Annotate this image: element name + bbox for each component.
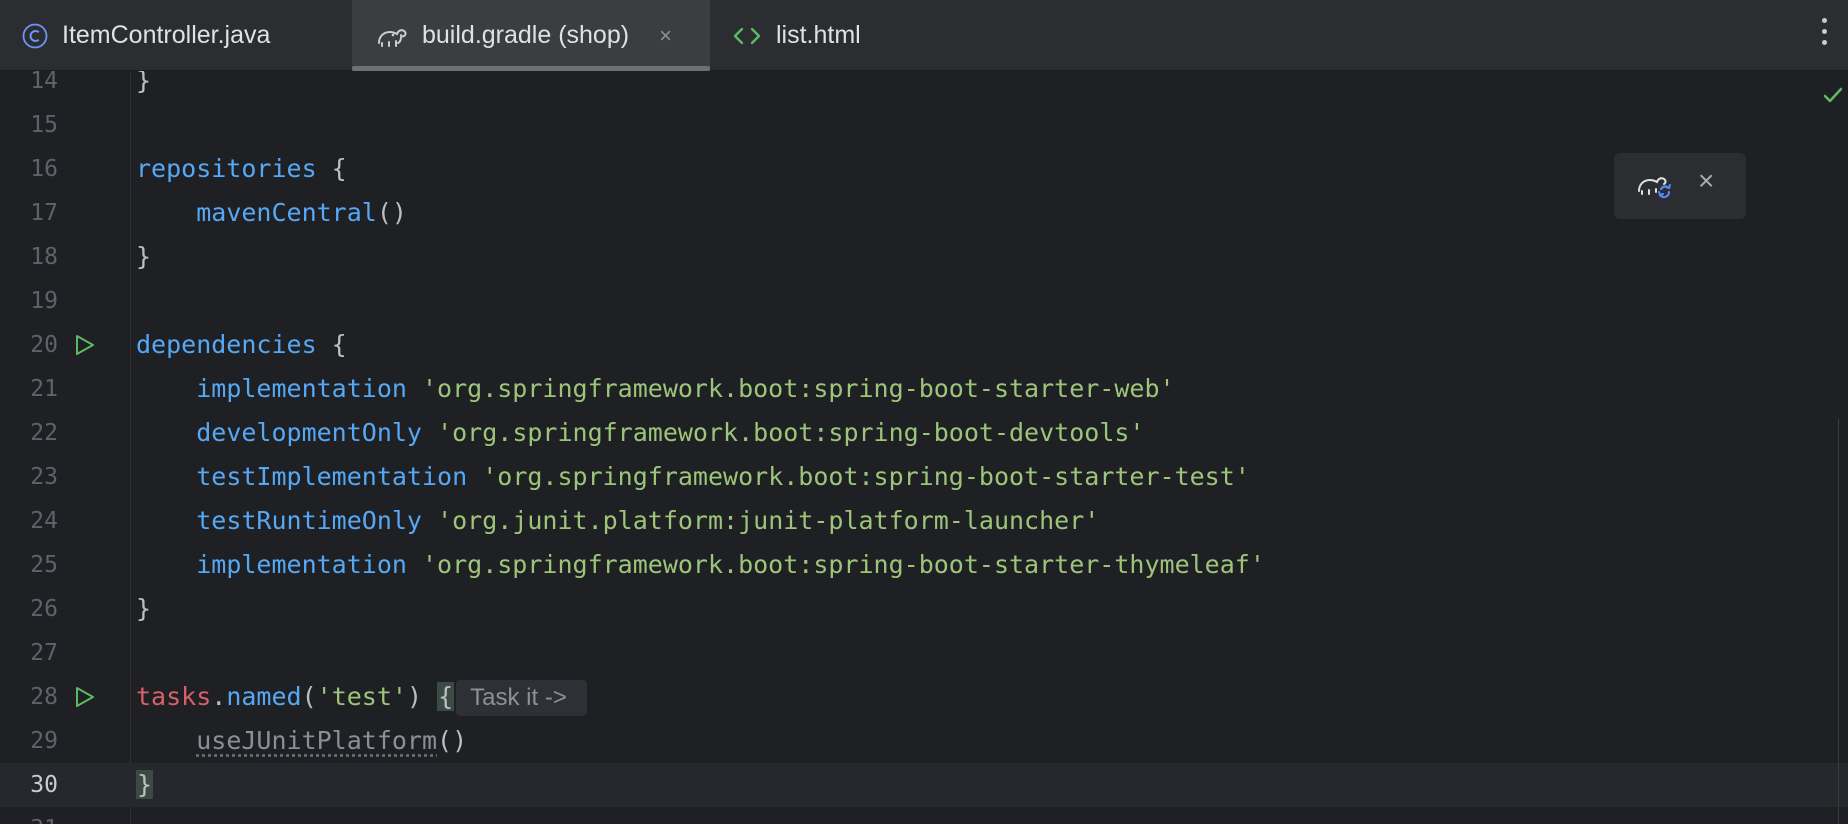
string: 'org.springframework.boot:spring-boot-de…	[437, 418, 1145, 447]
editor-tab-bar: ItemController.java build.gradle (shop) …	[0, 0, 1848, 71]
tab-label: build.gradle (shop)	[422, 21, 630, 49]
line-number: 28	[30, 684, 58, 710]
punct: {	[316, 330, 347, 359]
keyword: dependencies	[136, 330, 317, 359]
string: 'org.springframework.boot:spring-boot-st…	[422, 550, 1265, 579]
line-number: 20	[30, 332, 58, 358]
code-text: useJUnitPlatform()	[136, 719, 467, 763]
gradle-elephant-icon	[376, 23, 408, 49]
code-line-21: 21 implementation 'org.springframework.b…	[0, 367, 1848, 411]
punct: {	[316, 154, 347, 183]
code-line-17: 17 mavenCentral()	[0, 191, 1848, 235]
code-line-23: 23 testImplementation 'org.springframewo…	[0, 455, 1848, 499]
close-icon[interactable]: ×	[659, 23, 672, 49]
string: 'org.springframework.boot:spring-boot-st…	[422, 374, 1175, 403]
code-line-18: 18 }	[0, 235, 1848, 279]
line-number: 16	[30, 156, 58, 182]
code-line-30: 30 }	[0, 763, 1848, 807]
code-line-22: 22 developmentOnly 'org.springframework.…	[0, 411, 1848, 455]
line-number: 17	[30, 200, 58, 226]
punct: )	[406, 682, 438, 711]
code-text: }	[136, 594, 152, 623]
html-code-icon	[732, 25, 762, 47]
code-text: testRuntimeOnly 'org.junit.platform:juni…	[136, 499, 1099, 543]
inline-hint[interactable]: Task it ->	[456, 680, 587, 716]
code-text: implementation 'org.springframework.boot…	[136, 367, 1175, 411]
method: named	[226, 682, 302, 711]
run-gutter-icon[interactable]	[72, 333, 96, 357]
code-line-20: 20 dependencies {	[0, 323, 1848, 367]
gradle-sync-icon[interactable]	[1636, 169, 1672, 201]
class-c-icon	[22, 23, 48, 49]
code-text: dependencies {	[136, 323, 347, 367]
tab-itemcontroller-java[interactable]: ItemController.java	[22, 0, 352, 71]
line-number: 24	[30, 508, 58, 534]
string: 'org.junit.platform:junit-platform-launc…	[437, 506, 1100, 535]
tab-build-gradle[interactable]: build.gradle (shop) ×	[352, 0, 710, 71]
method: useJUnitPlatform	[196, 726, 438, 755]
code-text: testImplementation 'org.springframework.…	[136, 455, 1250, 499]
code-editor[interactable]: 14 } 15 16 repositories { 17 mavenCentra…	[0, 71, 1848, 824]
identifier: tasks	[136, 682, 212, 711]
code-text: mavenCentral()	[136, 191, 407, 235]
punct: (	[301, 682, 317, 711]
line-number: 18	[30, 244, 58, 270]
matched-brace: {	[437, 682, 455, 711]
punct: ()	[437, 726, 468, 755]
keyword: implementation	[196, 550, 407, 579]
keyword: implementation	[196, 374, 407, 403]
keyword: developmentOnly	[196, 418, 422, 447]
matched-brace: }	[136, 770, 154, 799]
code-line-16: 16 repositories {	[0, 147, 1848, 191]
code-line-15: 15	[0, 103, 1848, 147]
punct: .	[211, 682, 227, 711]
line-number: 21	[30, 376, 58, 402]
code-text: }	[136, 242, 152, 271]
line-number: 29	[30, 728, 58, 754]
line-number: 14	[30, 71, 58, 94]
line-number: 19	[30, 288, 58, 314]
keyword: testImplementation	[196, 462, 468, 491]
code-line-19: 19	[0, 279, 1848, 323]
code-line-27: 27	[0, 631, 1848, 675]
code-line-26: 26 }	[0, 587, 1848, 631]
code-line-29: 29 useJUnitPlatform()	[0, 719, 1848, 763]
line-number: 27	[30, 640, 58, 666]
code-text: repositories {	[136, 147, 347, 191]
code-text: }	[136, 71, 152, 95]
code-text: developmentOnly 'org.springframework.boo…	[136, 411, 1144, 455]
tab-label: list.html	[776, 21, 861, 49]
code-line-28: 28 tasks.named('test') {Task it ->	[0, 675, 1848, 719]
tab-list-html[interactable]: list.html	[732, 0, 892, 71]
gradle-sync-popup: ×	[1614, 153, 1746, 219]
string: 'org.springframework.boot:spring-boot-st…	[482, 462, 1250, 491]
code-text: tasks.named('test') {Task it ->	[136, 675, 587, 719]
punct: ()	[376, 198, 407, 227]
line-number: 22	[30, 420, 58, 446]
line-number: 23	[30, 464, 58, 490]
line-number: 15	[30, 112, 58, 138]
string: 'test'	[316, 682, 407, 711]
code-text: implementation 'org.springframework.boot…	[136, 543, 1265, 587]
code-line-25: 25 implementation 'org.springframework.b…	[0, 543, 1848, 587]
keyword: repositories	[136, 154, 317, 183]
line-number: 26	[30, 596, 58, 622]
code-line-14: 14 }	[0, 71, 1848, 103]
close-icon[interactable]: ×	[1698, 165, 1714, 197]
code-line-24: 24 testRuntimeOnly 'org.junit.platform:j…	[0, 499, 1848, 543]
line-number: 30	[30, 772, 58, 798]
code-line-31: 31	[0, 807, 1848, 824]
run-gutter-icon[interactable]	[72, 685, 96, 709]
line-number: 25	[30, 552, 58, 578]
line-number: 31	[0, 807, 58, 824]
vertical-scrollbar[interactable]	[1838, 419, 1848, 824]
checkmark-icon	[1823, 87, 1843, 103]
keyword: mavenCentral	[196, 198, 377, 227]
keyword: testRuntimeOnly	[196, 506, 422, 535]
code-text: }	[136, 763, 154, 807]
tab-label: ItemController.java	[62, 21, 271, 49]
more-options-icon[interactable]	[1814, 14, 1834, 50]
